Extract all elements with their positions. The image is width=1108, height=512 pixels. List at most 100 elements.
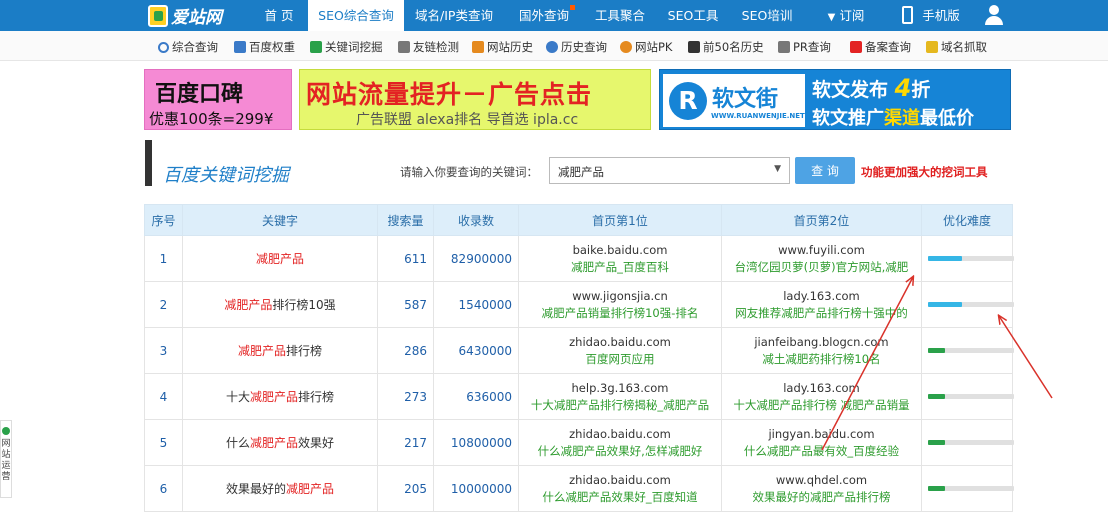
rank1-domain: help.3g.163.com [571,380,669,395]
row-keyword-cell[interactable]: 减肥产品排行榜10强 [182,281,378,328]
rank1-cell[interactable]: www.jigonsjia.cn 减肥产品销量排行榜10强-排名 [518,281,722,328]
rank1-domain: zhidao.baidu.com [569,334,671,349]
indexed-count[interactable]: 82900000 [433,235,519,282]
subnav-pr[interactable]: PR查询 [778,39,831,55]
indexed-count[interactable]: 10000000 [433,465,519,512]
user-icon-head [989,5,999,15]
row-keyword-cell[interactable]: 减肥产品 [182,235,378,282]
row-keyword-cell[interactable]: 十大减肥产品排行榜 [182,373,378,420]
rank2-cell[interactable]: www.qhdel.com 效果最好的减肥产品排行榜 [721,465,922,512]
ad-banner-traffic[interactable]: 网站流量提升－广告点击 广告联盟 alexa排名 导首选 ipla.cc [299,69,651,130]
col-header-search-volume[interactable]: 搜索量 [377,204,434,236]
subnav-site-history[interactable]: 网站历史 [472,39,533,55]
subnav-friend-links[interactable]: 友链检测 [398,39,459,55]
subnav-history-query[interactable]: 历史查询 [546,39,607,55]
logo-icon [148,4,168,27]
banner-line2-b: 最低价 [920,108,974,129]
search-volume[interactable]: 286 [377,327,434,374]
rank2-cell[interactable]: lady.163.com 网友推荐减肥产品排行榜十强中的 [721,281,922,328]
banner-headline: 百度口碑 [155,82,244,107]
subnav-site-pk[interactable]: 网站PK [620,39,672,55]
promo-link[interactable]: 功能更加强大的挖词工具 [861,164,988,180]
rank1-cell[interactable]: help.3g.163.com 十大减肥产品排行榜揭秘_减肥产品 [518,373,722,420]
rank2-cell[interactable]: jianfeibang.blogcn.com 减土减肥药排行榜10名 [721,327,922,374]
keyword-highlight: 减肥产品 [249,390,298,404]
home-icon [234,41,246,53]
banner-line1-text: 软文发布 [812,79,889,101]
keyword-suffix: 排行榜 [298,390,335,404]
site-logo[interactable]: 爱站网 [148,3,222,28]
rank1-cell[interactable]: zhidao.baidu.com 什么减肥产品效果好_百度知道 [518,465,722,512]
chart-icon [472,41,484,53]
indexed-count[interactable]: 636000 [433,373,519,420]
indexed-count[interactable]: 10800000 [433,419,519,466]
search-volume[interactable]: 611 [377,235,434,282]
search-volume[interactable]: 273 [377,373,434,420]
keyword-highlight: 减肥产品 [286,482,335,496]
col-header-difficulty[interactable]: 优化难度 [921,204,1013,236]
nav-seo-training[interactable]: SEO培训 [730,0,804,31]
col-header-rank2[interactable]: 首页第2位 [721,204,922,236]
rank1-cell[interactable]: zhidao.baidu.com 百度网页应用 [518,327,722,374]
status-dot-icon [2,427,10,435]
side-feedback-tab[interactable]: 网站运营 [0,420,12,498]
col-header-keyword[interactable]: 关键字 [182,204,378,236]
col-header-index[interactable]: 序号 [144,204,183,236]
indexed-count[interactable]: 6430000 [433,327,519,374]
nav-mobile[interactable]: 手机版 [916,0,966,31]
keyword-select[interactable]: 减肥产品 ▼ [549,157,790,184]
subnav-domain-grab[interactable]: 域名抓取 [926,39,987,55]
banner-discount-unit: 折 [911,79,931,101]
nav-subscribe-label: 订阅 [839,8,865,23]
rank2-cell[interactable]: lady.163.com 十大减肥产品排行榜 减肥产品销量 [721,373,922,420]
sub-navbar: 综合查询 百度权重 关键词挖掘 友链检测 网站历史 历史查询 网站PK 前50名… [0,31,1108,61]
row-keyword-cell[interactable]: 什么减肥产品效果好 [182,419,378,466]
rank1-title: 减肥产品销量排行榜10强-排名 [541,305,699,320]
row-keyword-cell[interactable]: 效果最好的减肥产品 [182,465,378,512]
rank2-domain: www.qhdel.com [775,472,868,487]
nav-seo-tools[interactable]: SEO工具 [656,0,730,31]
row-keyword-cell[interactable]: 减肥产品排行榜 [182,327,378,374]
rank2-cell[interactable]: jingyan.baidu.com 什么减肥产品最有效_百度经验 [721,419,922,466]
row-index: 1 [144,235,183,282]
subnav-label: 网站PK [635,40,673,54]
subnav-beian[interactable]: 备案查询 [850,39,911,55]
logo-text: 爱站网 [171,8,222,28]
subnav-baidu-weight[interactable]: 百度权重 [234,39,295,55]
ad-banner-ruanwenjie[interactable]: R 软文街 WWW.RUANWENJIE.NET 软文发布 4折 软文推广渠道最… [659,69,1011,130]
nav-home[interactable]: 首 页 [250,0,308,31]
search-volume[interactable]: 587 [377,281,434,328]
search-volume[interactable]: 205 [377,465,434,512]
banner-brand: 软文街 [712,87,779,112]
query-button[interactable]: 查 询 [795,157,855,184]
r-logo-icon: R [669,82,707,120]
nav-seo-query[interactable]: SEO综合查询 [308,0,404,31]
ad-banner-koubei[interactable]: 百度口碑 优惠100条=299¥ [144,69,292,130]
rank1-title: 减肥产品_百度百科 [571,259,669,274]
rank1-cell[interactable]: baike.baidu.com 减肥产品_百度百科 [518,235,722,282]
user-icon[interactable] [985,5,1003,25]
new-badge [570,5,575,10]
subnav-keyword-mining[interactable]: 关键词挖掘 [310,39,383,55]
difficulty-bar-fill [928,440,946,445]
keyword-suffix: 效果好 [298,436,335,450]
rank1-title: 什么减肥产品效果好,怎样减肥好 [537,443,703,458]
subnav-top50[interactable]: 前50名历史 [688,39,764,55]
nav-domain-ip[interactable]: 域名/IP类查询 [404,0,504,31]
subnav-label: 域名抓取 [941,40,987,54]
rank2-title: 减土减肥药排行榜10名 [762,351,881,366]
rank2-cell[interactable]: www.fuyili.com 台湾亿园贝萝(贝萝)官方网站,减肥 [721,235,922,282]
table-row: 2 减肥产品排行榜10强 587 1540000 www.jigonsjia.cn 减肥产… [144,281,1014,328]
row-index: 4 [144,373,183,420]
table-row: 4 十大减肥产品排行榜 273 636000 help.3g.163.com 十大减肥产品… [144,373,1014,420]
search-volume[interactable]: 217 [377,419,434,466]
nav-subscribe[interactable]: ▼ 订阅 [818,0,874,31]
indexed-count[interactable]: 1540000 [433,281,519,328]
col-header-rank1[interactable]: 首页第1位 [518,204,722,236]
banner-logo: R 软文街 WWW.RUANWENJIE.NET [663,74,805,127]
subnav-comprehensive[interactable]: 综合查询 [158,39,218,55]
link-icon [398,41,410,53]
nav-tools[interactable]: 工具聚合 [584,0,656,31]
col-header-indexed[interactable]: 收录数 [433,204,519,236]
rank1-cell[interactable]: zhidao.baidu.com 什么减肥产品效果好,怎样减肥好 [518,419,722,466]
